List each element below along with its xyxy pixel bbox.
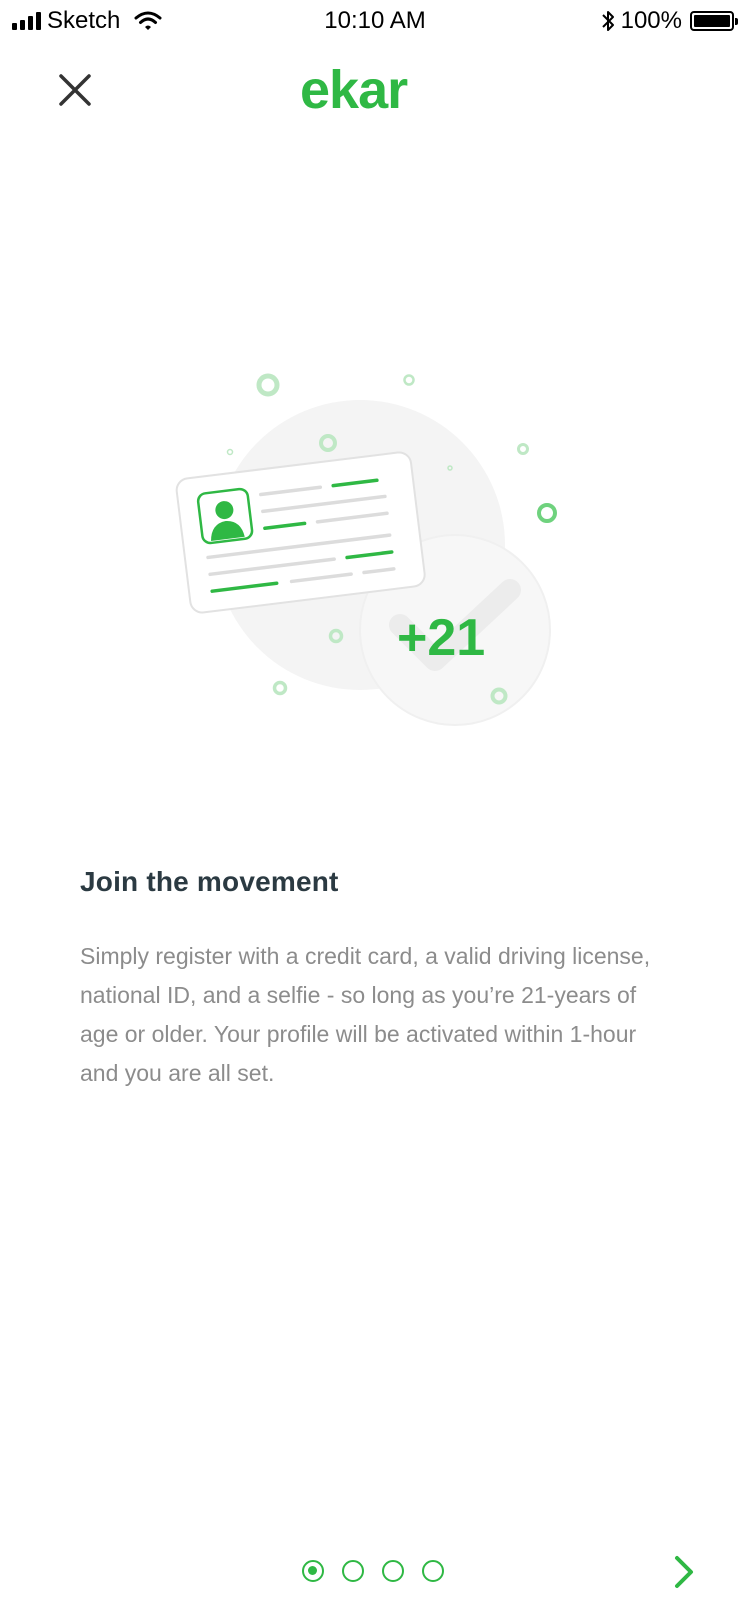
id-card-illustration: +21 [175,373,557,726]
id-card [175,451,426,614]
status-bar: Sketch 10:10 AM 100% [0,0,750,44]
next-button[interactable] [665,1550,705,1594]
close-icon [59,74,91,106]
battery-icon [690,11,738,31]
page-dot-3[interactable] [382,1560,404,1582]
ekar-logo: ekar [300,62,409,118]
status-bar-right: 100% [601,6,738,36]
battery-percentage: 100% [620,7,682,34]
decorative-circle-accent [537,503,557,523]
page-dot-4[interactable] [422,1560,444,1582]
chevron-right-icon [675,1556,693,1588]
age-badge-text: +21 [397,609,485,667]
bluetooth-icon [601,11,614,31]
close-button[interactable] [55,70,95,110]
page-indicator [302,1560,444,1582]
page-dot-2[interactable] [342,1560,364,1582]
page-dot-1[interactable] [302,1560,324,1582]
description-text: Simply register with a credit card, a va… [80,943,651,1086]
svg-text:ekar: ekar [300,62,408,118]
page-title: Join the movement [80,866,339,897]
